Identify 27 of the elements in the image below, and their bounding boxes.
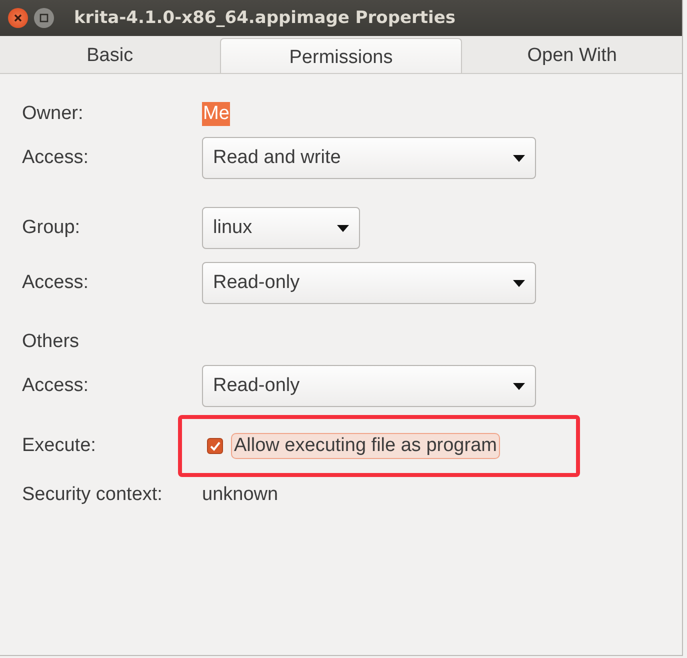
caret-icon bbox=[337, 224, 349, 232]
close-button[interactable] bbox=[8, 8, 28, 28]
field-label: Security context: bbox=[22, 484, 164, 506]
maximize-icon bbox=[39, 13, 49, 23]
dropdown[interactable]: Read-only bbox=[202, 365, 536, 407]
caret-icon bbox=[513, 154, 525, 162]
field-label: Access: bbox=[22, 272, 90, 294]
security-context-value: unknown bbox=[202, 484, 278, 506]
caret-icon bbox=[513, 382, 525, 390]
field-label: Owner: bbox=[22, 103, 84, 125]
window-title: krita-4.1.0-x86_64.appimage Properties bbox=[74, 8, 456, 28]
checkbox-label[interactable]: Allow executing file as program bbox=[231, 433, 500, 459]
dropdown[interactable]: Read and write bbox=[202, 137, 536, 179]
dropdown[interactable]: Read-only bbox=[202, 262, 536, 304]
field-label: Execute: bbox=[22, 435, 97, 457]
field-label: Access: bbox=[22, 375, 90, 397]
caret-icon bbox=[513, 280, 525, 286]
tab[interactable]: Permissions bbox=[220, 38, 462, 73]
maximize-button[interactable] bbox=[34, 8, 54, 28]
section-heading: Others bbox=[22, 331, 80, 353]
owner-value: Me bbox=[202, 102, 230, 126]
field-label: Group: bbox=[22, 217, 82, 239]
field-label: Access: bbox=[22, 147, 90, 169]
close-icon bbox=[13, 13, 23, 23]
checkmark-icon bbox=[209, 440, 221, 452]
checkbox[interactable] bbox=[207, 438, 223, 454]
dropdown[interactable]: linux bbox=[202, 207, 360, 249]
